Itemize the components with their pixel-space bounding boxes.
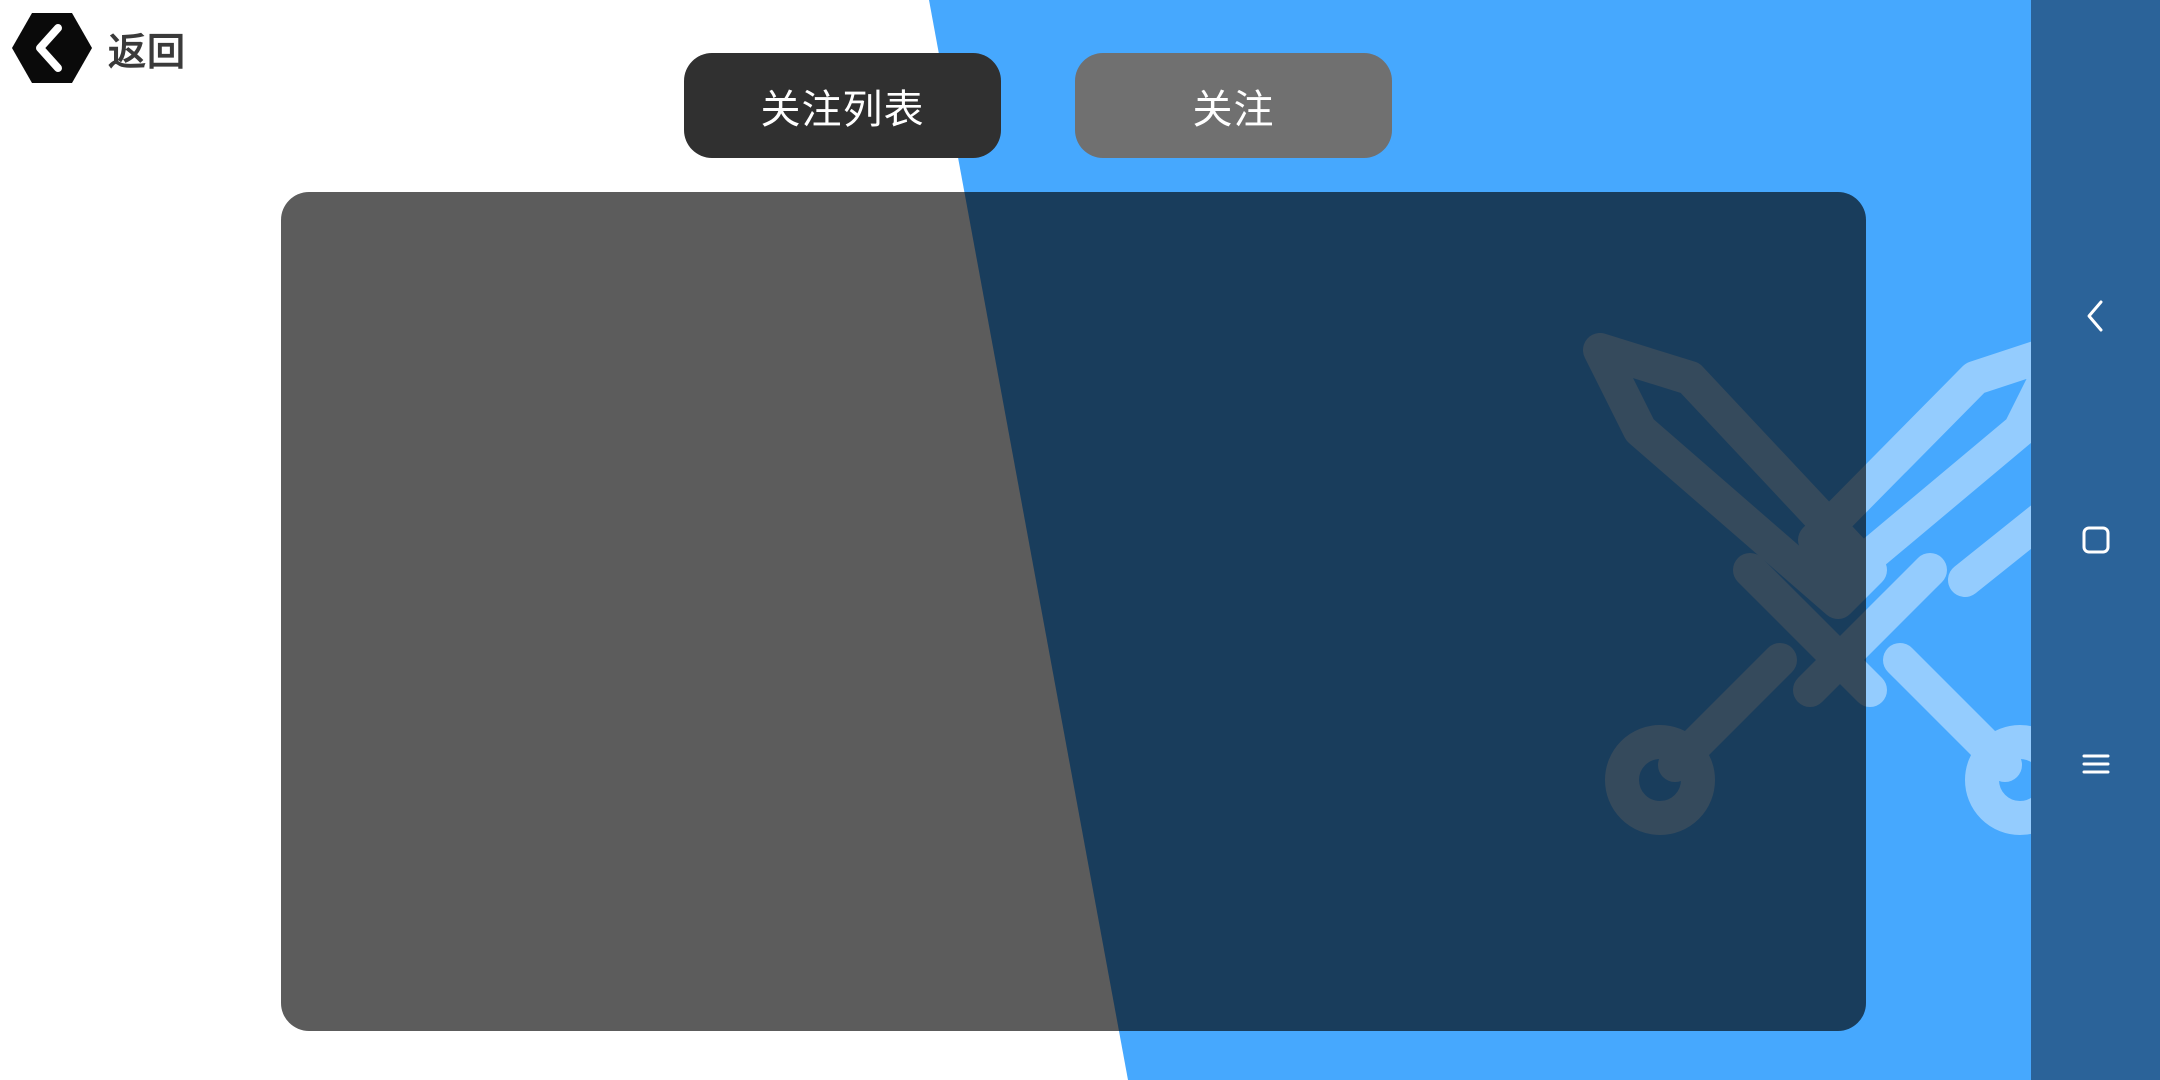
tab-follow[interactable]: 关注: [1075, 53, 1392, 158]
back-hexagon-icon: [12, 13, 92, 83]
back-label: 返回: [108, 29, 187, 74]
nav-menu-button[interactable]: [2031, 724, 2160, 804]
system-nav-bar: [2031, 0, 2160, 1080]
nav-home-icon: [2082, 526, 2109, 554]
nav-back-icon: [2087, 300, 2102, 332]
content-panel: [281, 192, 1866, 1031]
nav-back-button[interactable]: [2031, 276, 2160, 356]
nav-menu-icon: [2082, 754, 2109, 774]
tab-following-list[interactable]: 关注列表: [684, 53, 1001, 158]
app-screen: 返回 关注列表 关注: [0, 0, 2160, 1080]
nav-home-button[interactable]: [2031, 500, 2160, 580]
back-button[interactable]: 返回: [12, 12, 186, 84]
